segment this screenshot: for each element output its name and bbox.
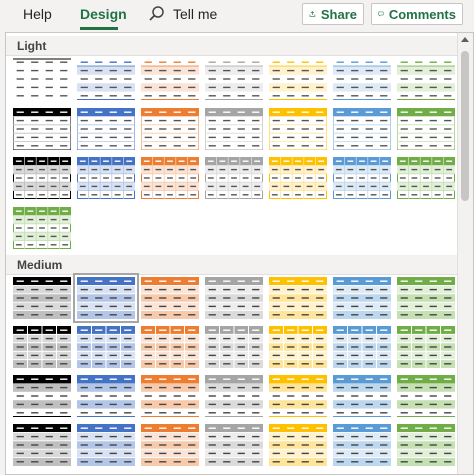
table-style-light-14[interactable]: [397, 108, 455, 150]
table-style-light-12[interactable]: [269, 108, 327, 150]
table-style-medium-18[interactable]: [205, 375, 263, 417]
table-style-medium-27[interactable]: [333, 424, 391, 466]
table-style-light-3[interactable]: [141, 58, 199, 100]
table-style-medium-26[interactable]: [269, 424, 327, 466]
table-style-medium-16[interactable]: [77, 375, 135, 417]
table-style-medium-15[interactable]: [13, 375, 71, 417]
table-style-light-20[interactable]: [333, 157, 391, 199]
table-style-medium-24[interactable]: [141, 424, 199, 466]
table-style-medium-12[interactable]: [269, 326, 327, 368]
table-style-light-8[interactable]: [13, 108, 71, 150]
share-button[interactable]: Share: [302, 3, 364, 25]
comments-label: Comments: [388, 6, 456, 22]
table-style-medium-3[interactable]: [141, 277, 199, 319]
table-style-light-10[interactable]: [141, 108, 199, 150]
table-style-medium-11[interactable]: [205, 326, 263, 368]
table-style-medium-28[interactable]: [397, 424, 455, 466]
tell-me-search[interactable]: Tell me: [173, 6, 217, 22]
table-style-medium-22[interactable]: [13, 424, 71, 466]
table-style-light-15[interactable]: [13, 157, 71, 199]
table-style-light-17[interactable]: [141, 157, 199, 199]
table-style-medium-25[interactable]: [205, 424, 263, 466]
table-style-light-2[interactable]: [77, 58, 135, 100]
table-style-medium-23[interactable]: [77, 424, 135, 466]
table-style-medium-7[interactable]: [397, 277, 455, 319]
table-style-light-16[interactable]: [77, 157, 135, 199]
table-style-light-21[interactable]: [397, 157, 455, 199]
table-style-medium-5[interactable]: [269, 277, 327, 319]
table-style-light-19[interactable]: [269, 157, 327, 199]
table-style-medium-2[interactable]: [73, 273, 139, 323]
ribbon-bar: Help Design Tell me Share Comments: [0, 0, 474, 30]
table-style-light-13[interactable]: [333, 108, 391, 150]
table-styles-gallery: Light Medium: [5, 32, 474, 475]
table-style-medium-8[interactable]: [13, 326, 71, 368]
share-label: Share: [320, 6, 357, 22]
section-header-light: Light: [6, 36, 458, 56]
table-style-medium-21[interactable]: [397, 375, 455, 417]
scrollbar-thumb[interactable]: [461, 51, 469, 201]
table-style-medium-9[interactable]: [77, 326, 135, 368]
table-style-light-1[interactable]: [13, 58, 71, 100]
comment-icon: [378, 11, 384, 17]
comments-button[interactable]: Comments: [371, 3, 463, 25]
table-style-medium-6[interactable]: [333, 277, 391, 319]
table-style-medium-4[interactable]: [205, 277, 263, 319]
section-header-medium: Medium: [6, 255, 458, 275]
search-icon[interactable]: [148, 5, 166, 23]
section-label-medium: Medium: [17, 258, 63, 272]
scroll-up-arrow-icon[interactable]: [461, 37, 469, 42]
tab-design[interactable]: Design: [80, 6, 127, 22]
table-style-light-5[interactable]: [269, 58, 327, 100]
tab-help[interactable]: Help: [23, 6, 52, 22]
table-style-light-9[interactable]: [77, 108, 135, 150]
table-style-light-11[interactable]: [205, 108, 263, 150]
section-label-light: Light: [17, 39, 47, 53]
table-style-light-22[interactable]: [13, 207, 71, 249]
table-style-medium-14[interactable]: [397, 326, 455, 368]
table-style-light-7[interactable]: [397, 58, 455, 100]
active-tab-indicator: [80, 27, 118, 30]
table-style-light-18[interactable]: [205, 157, 263, 199]
share-icon: [309, 11, 316, 17]
table-style-light-4[interactable]: [205, 58, 263, 100]
table-style-medium-1[interactable]: [13, 277, 71, 319]
table-style-medium-19[interactable]: [269, 375, 327, 417]
table-style-medium-10[interactable]: [141, 326, 199, 368]
table-style-medium-17[interactable]: [141, 375, 199, 417]
table-style-light-6[interactable]: [333, 58, 391, 100]
table-style-medium-13[interactable]: [333, 326, 391, 368]
table-style-medium-20[interactable]: [333, 375, 391, 417]
gallery-scrollbar[interactable]: [457, 33, 473, 474]
